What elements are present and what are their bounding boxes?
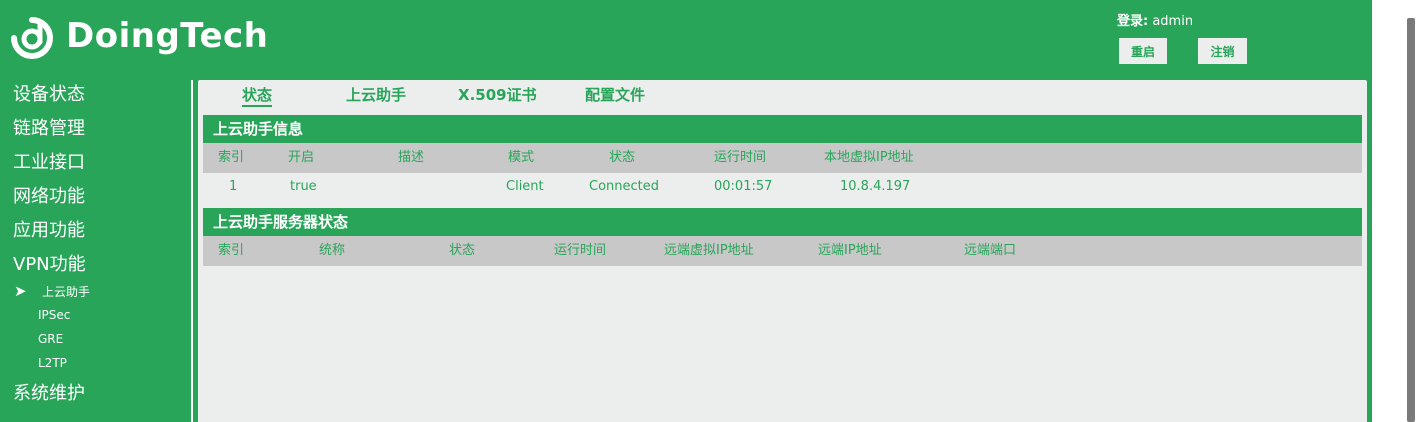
info-section-title: 上云助手信息 <box>203 115 1362 143</box>
server-col-remote-ip: 远端IP地址 <box>818 243 882 258</box>
app-window: DoingTech 登录: admin 重启 注销 设备状态 链路管理 工业接口… <box>0 0 1372 422</box>
info-col-uptime: 运行时间 <box>714 150 767 165</box>
tab-cloud-assistant[interactable]: 上云助手 <box>346 85 406 105</box>
cell-local-vip: 10.8.4.197 <box>840 179 911 194</box>
logo: DoingTech <box>6 12 268 60</box>
scrollbar-thumb[interactable] <box>1407 18 1415 422</box>
sidebar-item-link-management[interactable]: 链路管理 <box>13 117 85 141</box>
sidebar-divider <box>191 80 193 422</box>
sidebar-subitem-cloud-assistant[interactable]: 上云助手 <box>42 284 90 300</box>
sidebar-item-application[interactable]: 应用功能 <box>13 219 85 243</box>
sidebar-item-network[interactable]: 网络功能 <box>13 185 85 209</box>
info-col-local-vip: 本地虚拟IP地址 <box>824 150 914 165</box>
server-col-remote-vip: 远端虚拟IP地址 <box>664 243 754 258</box>
sidebar-subitem-ipsec[interactable]: IPSec <box>38 307 70 323</box>
table-row: 1 true Client Connected 00:01:57 10.8.4.… <box>203 173 1362 201</box>
login-info: 登录: admin <box>1117 10 1193 29</box>
page-scrollbar[interactable] <box>1405 0 1417 422</box>
sidebar-item-system-maintenance[interactable]: 系统维护 <box>13 382 85 406</box>
cell-enabled: true <box>290 179 317 194</box>
tab-status[interactable]: 状态 <box>242 85 273 107</box>
sidebar-subitem-gre[interactable]: GRE <box>38 331 63 347</box>
tab-config-file[interactable]: 配置文件 <box>585 85 645 105</box>
info-col-status: 状态 <box>609 150 636 165</box>
server-col-name: 统称 <box>319 243 346 258</box>
server-col-remote-port: 远端端口 <box>964 243 1017 258</box>
logout-button[interactable]: 注销 <box>1198 38 1247 64</box>
server-section-title: 上云助手服务器状态 <box>203 208 1362 236</box>
cell-mode: Client <box>506 179 544 194</box>
server-table-header: 索引 统称 状态 运行时间 远端虚拟IP地址 远端IP地址 远端端口 <box>203 236 1362 266</box>
login-label: 登录: <box>1117 14 1149 29</box>
server-col-uptime: 运行时间 <box>554 243 607 258</box>
sidebar-item-industrial-interface[interactable]: 工业接口 <box>13 151 85 175</box>
brand-name: DoingTech <box>66 16 269 56</box>
info-table-header: 索引 开启 描述 模式 状态 运行时间 本地虚拟IP地址 <box>203 143 1362 173</box>
login-user: admin <box>1152 14 1194 29</box>
cell-index: 1 <box>229 179 238 194</box>
server-col-index: 索引 <box>218 243 245 258</box>
active-arrow-icon: ➤ <box>14 282 27 300</box>
cell-uptime: 00:01:57 <box>714 179 773 194</box>
sidebar-item-vpn[interactable]: VPN功能 <box>13 253 86 277</box>
info-col-desc: 描述 <box>398 150 425 165</box>
info-col-enabled: 开启 <box>288 150 315 165</box>
server-col-status: 状态 <box>449 243 476 258</box>
sidebar-subitem-l2tp[interactable]: L2TP <box>38 355 67 371</box>
doingtech-logo-icon <box>11 17 53 59</box>
info-col-index: 索引 <box>218 150 245 165</box>
info-col-mode: 模式 <box>508 150 535 165</box>
sidebar-item-device-status[interactable]: 设备状态 <box>13 83 85 107</box>
main-panel: 状态 上云助手 X.509证书 配置文件 上云助手信息 索引 开启 描述 模式 … <box>198 80 1367 422</box>
cell-status: Connected <box>589 179 660 194</box>
tab-x509-certificate[interactable]: X.509证书 <box>458 85 537 105</box>
restart-button[interactable]: 重启 <box>1119 38 1167 64</box>
